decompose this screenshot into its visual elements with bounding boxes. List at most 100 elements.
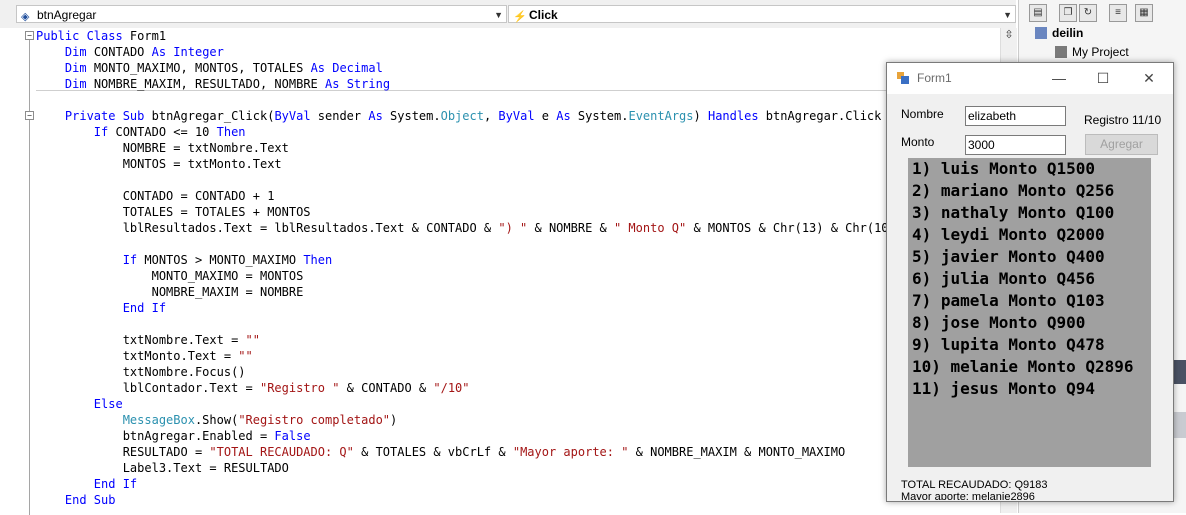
code-token: Object: [440, 109, 484, 123]
code-token: ): [390, 413, 398, 427]
code-token: ByVal: [274, 109, 311, 123]
object-dropdown[interactable]: ◈ btnAgregar ▼: [16, 5, 507, 23]
editor-margin: [0, 28, 24, 513]
code-line[interactable]: Dim CONTADO As Integer: [36, 44, 896, 60]
project-icon: [1035, 27, 1047, 39]
code-token: "Registro ": [259, 381, 340, 395]
code-token: MONTO_MAXIMO = MONTOS: [36, 269, 304, 283]
code-line[interactable]: RESULTADO = "TOTAL RECAUDADO: Q" & TOTAL…: [36, 444, 896, 460]
split-handle-icon[interactable]: ⇳: [1003, 28, 1015, 44]
chevron-down-icon[interactable]: ▼: [1003, 6, 1012, 24]
collapse-sub-icon[interactable]: −: [25, 111, 34, 120]
properties-icon[interactable]: ▤: [1029, 4, 1047, 22]
code-token: RESULTADO =: [36, 445, 210, 459]
code-line[interactable]: MessageBox.Show("Registro completado"): [36, 412, 896, 428]
project-node[interactable]: deilin: [1035, 26, 1083, 40]
code-token: "": [238, 349, 253, 363]
code-line[interactable]: Label3.Text = RESULTADO: [36, 460, 896, 476]
code-text[interactable]: Public Class Form1 Dim CONTADO As Intege…: [36, 28, 896, 508]
code-line[interactable]: Dim MONTO_MAXIMO, MONTOS, TOTALES As Dec…: [36, 60, 896, 76]
code-line[interactable]: End If: [36, 476, 896, 492]
code-line[interactable]: MONTOS = txtMonto.Text: [36, 156, 896, 172]
code-line[interactable]: MONTO_MAXIMO = MONTOS: [36, 268, 896, 284]
result-line: 10) melanie Monto Q2896: [912, 357, 1134, 376]
result-line: 5) javier Monto Q400: [912, 247, 1105, 266]
code-line[interactable]: [36, 316, 896, 332]
code-token: Label3.Text = RESULTADO: [36, 461, 289, 475]
chevron-down-icon[interactable]: ▼: [494, 6, 503, 24]
code-editor[interactable]: − − Public Class Form1 Dim CONTADO As In…: [0, 28, 1000, 515]
code-token: Public Class: [36, 29, 130, 43]
registro-contador-label: Registro 11/10: [1084, 113, 1162, 127]
code-line[interactable]: [36, 172, 896, 188]
code-token: "Registro completado": [238, 413, 391, 427]
event-dropdown[interactable]: ⚡ Click ▼: [508, 5, 1016, 23]
view-designer-icon[interactable]: ▦: [1135, 4, 1153, 22]
agregar-button[interactable]: Agregar: [1085, 134, 1158, 155]
code-token: btnAgregar.Click: [758, 109, 882, 123]
result-line: 9) lupita Monto Q478: [912, 335, 1105, 354]
code-token: .Show(: [194, 413, 239, 427]
code-line[interactable]: Private Sub btnAgregar_Click(ByVal sende…: [36, 108, 896, 124]
code-line[interactable]: End Sub: [36, 492, 896, 508]
close-button[interactable]: ✕: [1135, 68, 1163, 88]
code-token: As: [368, 109, 383, 123]
code-token: If: [122, 253, 138, 267]
code-token: TOTALES = TOTALES + MONTOS: [36, 205, 311, 219]
code-token: MessageBox: [122, 413, 195, 427]
code-token: Form1: [129, 29, 167, 43]
my-project-node[interactable]: My Project: [1055, 45, 1129, 59]
code-line[interactable]: If MONTOS > MONTO_MAXIMO Then: [36, 252, 896, 268]
code-token: btnAgregar_Click(: [144, 109, 275, 123]
code-line[interactable]: End If: [36, 300, 896, 316]
show-all-files-icon[interactable]: ❐: [1059, 4, 1077, 22]
code-line[interactable]: txtNombre.Focus(): [36, 364, 896, 380]
code-line[interactable]: btnAgregar.Enabled = False: [36, 428, 896, 444]
code-line[interactable]: txtNombre.Text = "": [36, 332, 896, 348]
code-line[interactable]: lblContador.Text = "Registro " & CONTADO…: [36, 380, 896, 396]
refresh-icon[interactable]: ↻: [1079, 4, 1097, 22]
result-line: 2) mariano Monto Q256: [912, 181, 1115, 200]
code-token: EventArgs: [628, 109, 694, 123]
code-token: Dim: [64, 45, 87, 59]
code-line[interactable]: lblResultados.Text = lblResultados.Text …: [36, 220, 896, 236]
code-token: lblResultados.Text = lblResultados.Text …: [36, 221, 499, 235]
nombre-input[interactable]: elizabeth: [965, 106, 1066, 126]
code-line[interactable]: Dim NOMBRE_MAXIM, RESULTADO, NOMBRE As S…: [36, 76, 896, 92]
minimize-button[interactable]: —: [1045, 68, 1073, 88]
code-line[interactable]: [36, 92, 896, 108]
code-token: & NOMBRE &: [527, 221, 614, 235]
code-token: & MONTOS & Chr(13) & Chr(10): [686, 221, 896, 235]
code-token: NOMBRE_MAXIM, RESULTADO, NOMBRE: [86, 77, 326, 91]
result-line: 7) pamela Monto Q103: [912, 291, 1105, 310]
code-line[interactable]: NOMBRE_MAXIM = NOMBRE: [36, 284, 896, 300]
code-token: Dim: [64, 61, 87, 75]
code-line[interactable]: Else: [36, 396, 896, 412]
collapse-class-icon[interactable]: −: [25, 31, 34, 40]
nombre-label: Nombre: [901, 107, 944, 121]
code-line[interactable]: CONTADO = CONTADO + 1: [36, 188, 896, 204]
code-line[interactable]: If CONTADO <= 10 Then: [36, 124, 896, 140]
form1-window: Form1 — ☐ ✕ Nombre elizabeth Registro 11…: [886, 62, 1174, 502]
code-token: txtNombre.Focus(): [36, 365, 246, 379]
code-line[interactable]: TOTALES = TOTALES + MONTOS: [36, 204, 896, 220]
code-line[interactable]: NOMBRE = txtNombre.Text: [36, 140, 896, 156]
code-token: CONTADO = CONTADO + 1: [36, 189, 275, 203]
view-code-icon[interactable]: ≡: [1109, 4, 1127, 22]
code-token: As Decimal: [310, 61, 383, 75]
code-line[interactable]: Public Class Form1: [36, 28, 896, 44]
code-line[interactable]: txtMonto.Text = "": [36, 348, 896, 364]
code-token: NOMBRE_MAXIM = NOMBRE: [36, 285, 304, 299]
monto-input[interactable]: 3000: [965, 135, 1066, 155]
result-line: 11) jesus Monto Q94: [912, 379, 1096, 398]
monto-label: Monto: [901, 135, 935, 149]
code-token: "Mayor aporte: ": [512, 445, 629, 459]
result-line: 6) julia Monto Q456: [912, 269, 1096, 288]
mayor-aporte-text: Mayor aporte: melanie2896: [901, 491, 1035, 500]
maximize-button[interactable]: ☐: [1089, 68, 1117, 88]
my-project-label: My Project: [1072, 45, 1129, 59]
code-token: False: [274, 429, 311, 443]
code-line[interactable]: [36, 236, 896, 252]
